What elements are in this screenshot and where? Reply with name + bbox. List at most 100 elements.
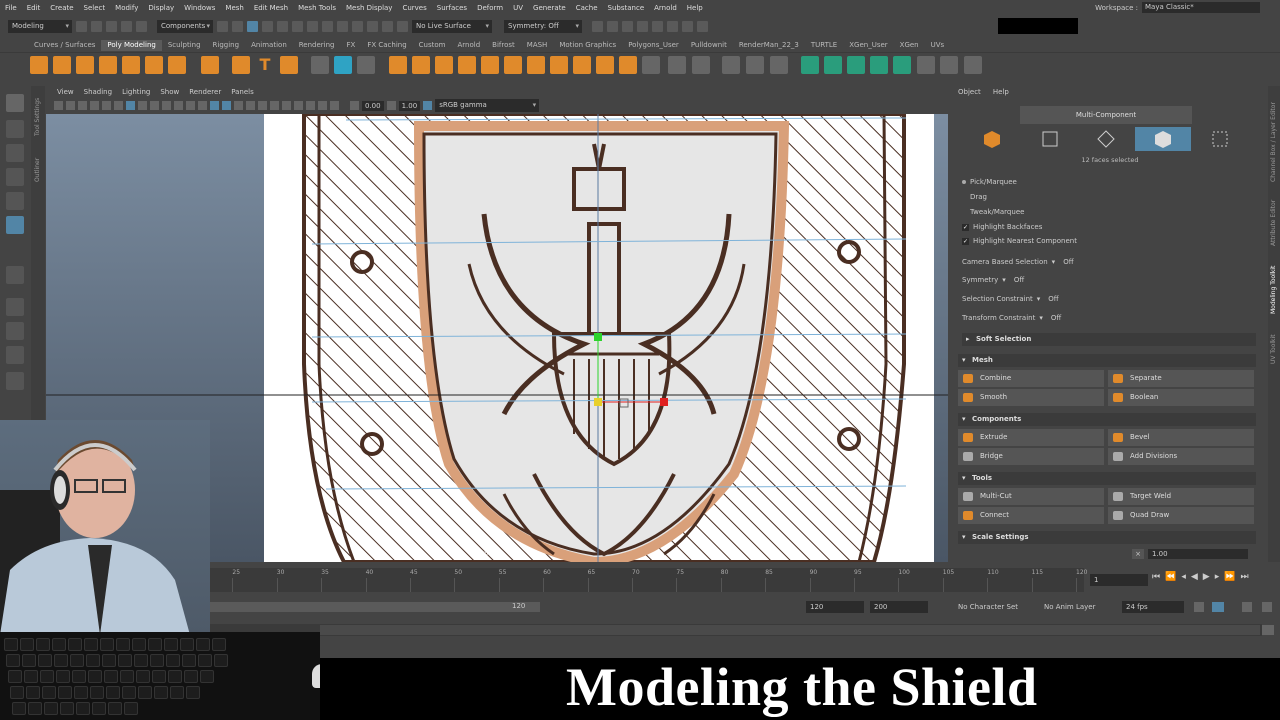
menu-set-dropdown[interactable]: Modeling (8, 19, 72, 33)
workspace-dropdown[interactable]: Maya Classic* (1142, 2, 1260, 13)
extract-shelf-icon[interactable] (435, 56, 453, 74)
menu-curves[interactable]: Curves (397, 4, 431, 12)
select-component-icon[interactable] (247, 20, 258, 32)
menu-mesh-display[interactable]: Mesh Display (341, 4, 397, 12)
snap-grid-icon[interactable] (337, 20, 348, 32)
playback-end-field[interactable]: 120 (806, 601, 864, 613)
vp-menu-panels[interactable]: Panels (226, 88, 259, 96)
isolate-select-icon[interactable] (294, 101, 303, 110)
uv-cylindrical-icon[interactable] (824, 56, 842, 74)
channel-box-tab[interactable]: Channel Box / Layer Editor (1270, 102, 1277, 182)
bevel-shelf-icon[interactable] (619, 56, 637, 74)
construction-history-icon[interactable] (592, 20, 603, 32)
menu-cache[interactable]: Cache (571, 4, 603, 12)
shelf-tab-xgen[interactable]: XGen (894, 40, 925, 51)
camera-selection-row[interactable]: Camera Based Selection ▾ Off (962, 258, 1074, 266)
pick-marquee-option[interactable]: Pick/Marquee (962, 178, 1017, 186)
lock-icon[interactable] (322, 20, 333, 32)
xray-components-icon[interactable] (330, 101, 339, 110)
shelf-tab-bifrost[interactable]: Bifrost (486, 40, 521, 51)
lasso-tool-icon[interactable] (6, 120, 24, 138)
fill-hole-shelf-icon[interactable] (596, 56, 614, 74)
vertex-mask-icon[interactable] (262, 20, 273, 32)
loop-icon[interactable] (1194, 602, 1204, 612)
menu-create[interactable]: Create (45, 4, 78, 12)
live-surface-dropdown[interactable]: No Live Surface (412, 19, 492, 33)
retopo-shelf-icon[interactable] (550, 56, 568, 74)
shelf-tab-mash[interactable]: MASH (521, 40, 554, 51)
snap-view-plane-icon[interactable] (382, 20, 393, 32)
image-plane-icon[interactable] (90, 101, 99, 110)
vp-menu-shading[interactable]: Shading (79, 88, 117, 96)
menu-windows[interactable]: Windows (179, 4, 220, 12)
extrude-shelf-icon[interactable] (668, 56, 686, 74)
shelf-tab-curves-surfaces[interactable]: Curves / Surfaces (28, 40, 101, 51)
animation-end-field[interactable]: 200 (870, 601, 928, 613)
render-view-icon[interactable] (607, 20, 618, 32)
toolkit-menu-object[interactable]: Object (958, 88, 981, 96)
menu-deform[interactable]: Deform (472, 4, 508, 12)
anim-layer-dropdown[interactable]: No Anim Layer (1040, 601, 1116, 613)
face-mode-button[interactable] (1135, 127, 1191, 151)
poly-cone-icon[interactable] (99, 56, 117, 74)
camera-attr-icon[interactable] (66, 101, 75, 110)
move-tool-icon[interactable] (6, 168, 24, 186)
menu-help[interactable]: Help (682, 4, 708, 12)
current-frame-field[interactable]: 1 (1090, 574, 1148, 586)
go-to-end-icon[interactable]: ⏭ (1240, 572, 1248, 582)
character-set-dropdown[interactable]: No Character Set (954, 601, 1034, 613)
menu-substance[interactable]: Substance (603, 4, 650, 12)
single-view-icon[interactable] (6, 298, 24, 316)
platonic-solid-icon[interactable] (201, 56, 219, 74)
resolution-gate-icon[interactable] (150, 101, 159, 110)
ambient-occlusion-icon[interactable] (282, 101, 291, 110)
shadows-icon[interactable] (270, 101, 279, 110)
anim-prefs-icon[interactable] (1242, 602, 1252, 612)
grease-pencil-icon[interactable] (114, 101, 123, 110)
auto-key-icon[interactable] (1212, 602, 1224, 612)
step-forward-frame-icon[interactable]: ▸ (1215, 572, 1220, 582)
scale-settings-section[interactable]: Scale Settings (958, 531, 1256, 544)
ipr-render-icon[interactable] (637, 20, 648, 32)
fps-dropdown[interactable]: 24 fps (1122, 601, 1184, 613)
redo-icon[interactable] (136, 20, 147, 32)
menu-mesh-tools[interactable]: Mesh Tools (293, 4, 341, 12)
menu-surfaces[interactable]: Surfaces (432, 4, 472, 12)
modeling-toolkit-tab[interactable]: Modeling Toolkit (1270, 266, 1277, 314)
edge-loop-shelf-icon[interactable] (746, 56, 764, 74)
menu-modify[interactable]: Modify (110, 4, 143, 12)
play-backwards-icon[interactable]: ◀ (1191, 572, 1198, 582)
last-tool-icon[interactable] (6, 266, 24, 284)
wireframe-icon[interactable] (210, 101, 219, 110)
shelf-tab-poly-modeling[interactable]: Poly Modeling (101, 40, 162, 51)
grid-icon[interactable] (126, 101, 135, 110)
poly-plane-icon[interactable] (145, 56, 163, 74)
pause-icon[interactable] (697, 20, 708, 32)
menu-edit-mesh[interactable]: Edit Mesh (249, 4, 293, 12)
add-divisions-button[interactable]: Add Divisions (1108, 448, 1254, 465)
edge-mask-icon[interactable] (277, 20, 288, 32)
tools-section[interactable]: Tools (958, 472, 1256, 485)
vertex-mode-button[interactable] (1022, 127, 1078, 151)
uv-toolkit-tab[interactable]: UV Toolkit (1270, 334, 1277, 364)
selection-constraint-row[interactable]: Selection Constraint ▾ Off (962, 295, 1059, 303)
boolean-shelf-icon[interactable] (573, 56, 591, 74)
use-lights-icon[interactable] (258, 101, 267, 110)
scale-tool-icon[interactable] (6, 216, 24, 234)
range-slider[interactable] (210, 602, 540, 612)
render-current-icon[interactable] (622, 20, 633, 32)
uv-mask-icon[interactable] (307, 20, 318, 32)
shelf-tab-sculpting[interactable]: Sculpting (162, 40, 207, 51)
select-tool-icon[interactable] (6, 94, 24, 112)
menu-file[interactable]: File (0, 4, 22, 12)
time-slider[interactable]: 2025303540455055606570758085909510010511… (186, 568, 1087, 592)
vp-menu-lighting[interactable]: Lighting (117, 88, 155, 96)
rotate-tool-icon[interactable] (6, 192, 24, 210)
reduce-shelf-icon[interactable] (504, 56, 522, 74)
gate-mask-icon[interactable] (162, 101, 171, 110)
menu-mesh[interactable]: Mesh (220, 4, 248, 12)
field-chart-icon[interactable] (174, 101, 183, 110)
toolkit-menu-help[interactable]: Help (993, 88, 1009, 96)
menu-arnold[interactable]: Arnold (649, 4, 682, 12)
select-hierarchy-icon[interactable] (217, 20, 228, 32)
